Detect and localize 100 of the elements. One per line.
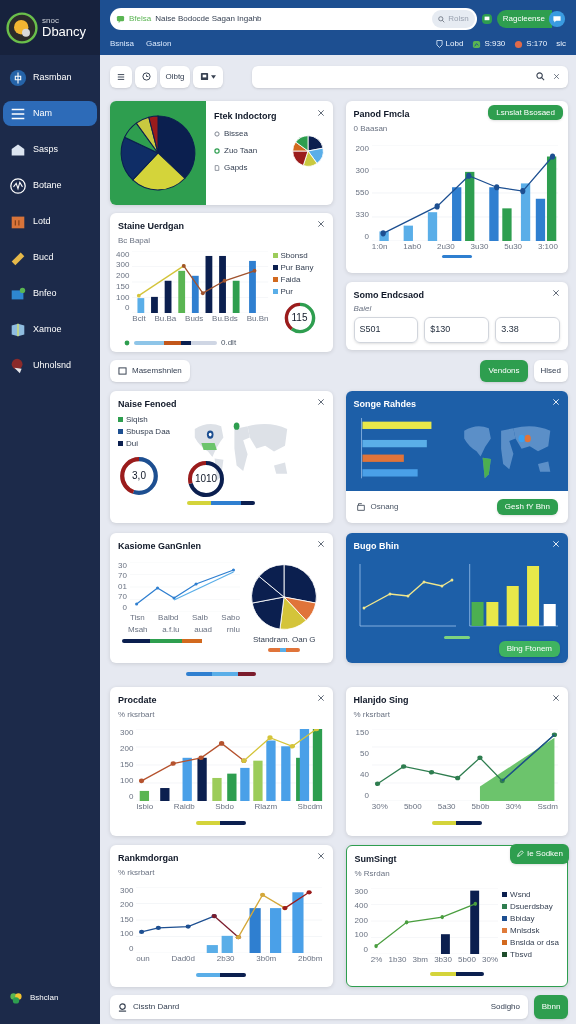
chart-caption: Standram. Oan G — [252, 633, 316, 646]
axis-label: 100 — [116, 293, 130, 302]
axis-label: 1b30 — [388, 955, 407, 964]
axis-label: 330 — [355, 210, 369, 219]
axis-label: 5b00 — [403, 802, 422, 811]
legend-label: Faida — [280, 274, 301, 285]
axis-label: Buds — [185, 314, 204, 323]
footer-label: 0.dlt — [221, 336, 237, 349]
axis-label: 150 — [355, 728, 369, 737]
card-title: Panod Fmcla — [353, 108, 410, 121]
axis-label: Dad0d — [171, 954, 195, 963]
axis-label: 3bm — [412, 955, 429, 964]
search-tag: Bfelsa — [129, 13, 152, 25]
axis-label: 2u30 — [436, 242, 455, 251]
sidebar-item[interactable]: Uhnolsnd — [3, 353, 97, 378]
axis-label: 2b0bm — [298, 954, 323, 963]
axis-label: Ssdm — [537, 802, 558, 811]
stat-value: S501 — [353, 316, 419, 343]
axis-label: 3:100 — [537, 242, 558, 251]
axis-label: Tisn — [129, 613, 145, 622]
axis-label: Raldb — [173, 802, 195, 811]
sidebar-footer-label: Bshclan — [30, 992, 59, 1004]
nav-link[interactable]: Bsnisa — [110, 38, 134, 50]
axis-label: Bclt — [132, 314, 146, 323]
axis-label: 150 — [120, 760, 134, 769]
card-title: Bugo Bhin — [353, 540, 399, 553]
sidebar-item[interactable]: Bnfeo — [3, 281, 97, 306]
axis-label: 01 — [118, 582, 127, 591]
legend-label: Sbuspa Daa — [126, 426, 171, 437]
card-subtitle: Baiel — [352, 302, 373, 315]
axis-label: oun — [136, 954, 150, 963]
axis-label: 0 — [363, 945, 368, 954]
axis-label: 150 — [120, 915, 134, 924]
header-stat: S:170 — [526, 38, 548, 50]
card-subtitle: % Rsrdan — [353, 867, 391, 880]
bottom-bar-label: Sodigho — [490, 1001, 520, 1013]
card-subtitle: Bc Bapal — [117, 234, 152, 247]
axis-label: Isbio — [136, 802, 154, 811]
axis-label: 0 — [364, 792, 369, 801]
header-stat: S:930 — [484, 38, 506, 50]
card-title: Naise Fenoed — [118, 398, 177, 411]
card-title: Rankmdorgan — [118, 852, 179, 865]
axis-label: Bu.Bn — [246, 314, 269, 323]
axis-label: 300 — [116, 261, 130, 270]
nav-link[interactable]: Gasion — [146, 38, 172, 50]
axis-label: 100 — [354, 931, 368, 939]
axis-label: 200 — [120, 744, 134, 753]
gauge-value: 1010 — [194, 472, 218, 486]
axis-label: 0 — [128, 792, 134, 801]
axis-label: 50 — [359, 749, 369, 758]
axis-label: 1:0n — [371, 242, 388, 251]
legend-label: Mnlsdsk — [510, 925, 540, 936]
axis-label: 30% — [482, 955, 498, 964]
axis-label: 200 — [116, 272, 130, 281]
footer-label: Osnang — [370, 501, 400, 513]
legend-label: Dsuerdsbay — [510, 901, 553, 912]
header-stat: Lobd — [445, 38, 464, 50]
app-tagline: snoc — [42, 17, 60, 25]
card-title: Procdate — [118, 694, 157, 707]
axis-label: 400 — [354, 902, 368, 910]
sidebar-item[interactable]: Rasmban — [3, 65, 97, 90]
legend-label: Bissea — [224, 128, 248, 141]
axis-label: 1ab0 — [403, 242, 422, 251]
axis-label: 0 — [128, 944, 134, 953]
legend-label: Siqish — [126, 414, 148, 425]
legend-label: Zuo Taan — [224, 145, 258, 158]
card-title: Songe Rahdes — [353, 398, 416, 411]
legend-label: Dui — [126, 438, 138, 449]
axis-label: 150 — [116, 282, 130, 291]
action-button[interactable]: Masemshnlen — [110, 360, 190, 382]
sidebar-item[interactable]: Lotd — [3, 209, 97, 234]
card-subtitle: % rksrbart — [117, 866, 156, 879]
axis-label: 300 — [355, 166, 369, 175]
legend-label: Pur — [280, 286, 293, 297]
legend-label: Bnslda or dsa — [510, 937, 559, 948]
legend-label: Sbonsd — [280, 250, 308, 261]
card-title: Staine Uerdgan — [118, 220, 184, 233]
axis-label: 100 — [120, 776, 134, 785]
axis-label: 5u30 — [504, 242, 523, 251]
action-button[interactable]: Hlsed — [533, 360, 568, 382]
axis-label: 550 — [355, 188, 369, 197]
axis-label: 30% — [371, 802, 388, 811]
card-title: Ftek Indoctorg — [214, 110, 278, 123]
gauge-value: 115 — [291, 311, 308, 325]
axis-label: Sbdo — [215, 802, 234, 811]
sidebar-item[interactable]: Bucd — [3, 245, 97, 270]
axis-label: Balbd — [158, 613, 179, 622]
sidebar-item[interactable]: Nam — [3, 101, 97, 126]
axis-label: a.f.lu — [162, 625, 180, 634]
sidebar-item[interactable]: Botane — [3, 173, 97, 198]
sidebar-item[interactable]: Xamoe — [3, 317, 97, 342]
card-title: Hlanjdo Sing — [353, 694, 409, 707]
axis-label: Sabo — [221, 613, 240, 622]
sidebar-item[interactable]: Sasps — [3, 137, 97, 162]
axis-label: 30% — [505, 802, 522, 811]
axis-label: 200 — [355, 144, 369, 153]
axis-label: 0 — [122, 603, 127, 612]
axis-label: auad — [194, 625, 212, 634]
search-field[interactable]: Bfelsa Naise Bodocde Sagan Ingahb Rolsn — [110, 8, 477, 30]
toolbar-button[interactable]: Olbtg — [160, 65, 190, 88]
